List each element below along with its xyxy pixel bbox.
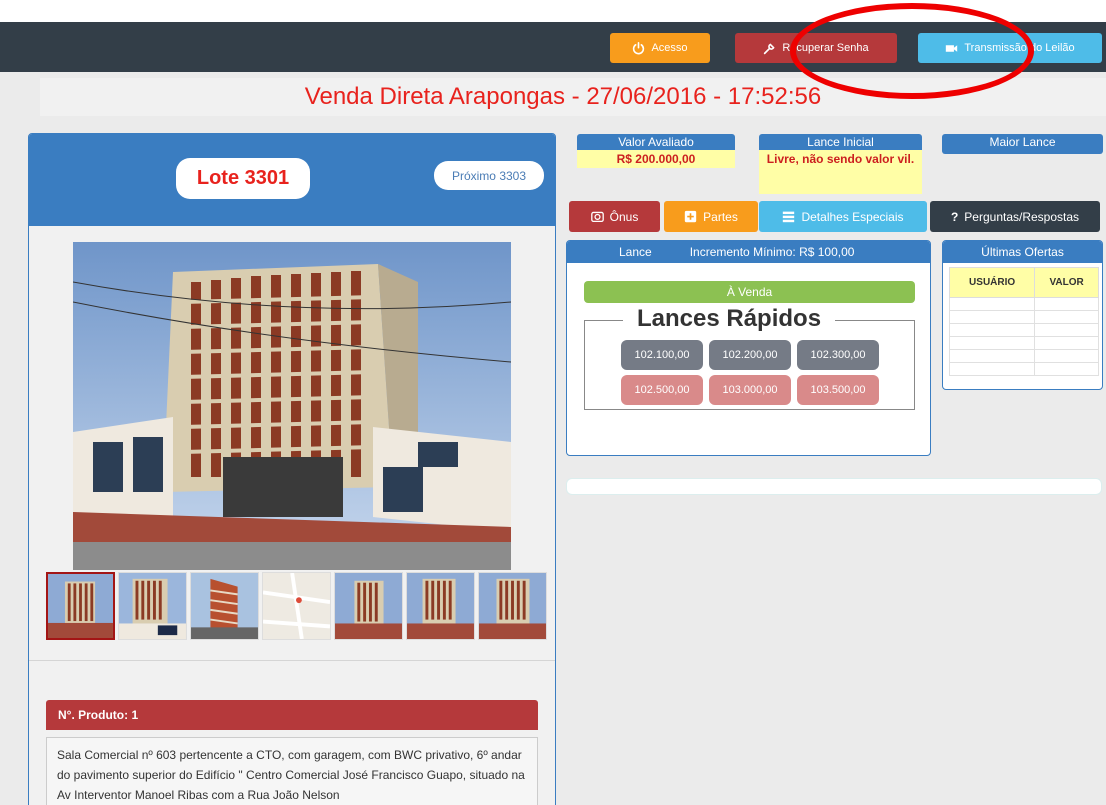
onus-button[interactable]: Ônus xyxy=(569,201,660,232)
lance-inicial-value: Livre, não sendo valor vil. xyxy=(759,150,922,194)
wrench-icon xyxy=(764,42,775,54)
page-title-bar: Venda Direta Arapongas - 27/06/2016 - 17… xyxy=(40,78,1106,116)
produto-header: N°. Produto: 1 xyxy=(46,700,538,730)
status-badge: À Venda xyxy=(584,281,915,303)
transmissao-label: Transmissão do Leilão xyxy=(964,42,1075,54)
quick-bid-button[interactable]: 102.200,00 xyxy=(709,340,791,370)
table-row xyxy=(948,310,1099,324)
partes-label: Partes xyxy=(703,209,738,224)
thumbnail-2[interactable] xyxy=(118,572,187,640)
camera-icon xyxy=(590,211,604,223)
recuperar-senha-button[interactable]: Recuperar Senha xyxy=(735,33,897,63)
lances-rapidos-group: Lances Rápidos 102.100,00 102.200,00 102… xyxy=(584,305,915,410)
lance-panel-header: Lance Incremento Mínimo: R$ 100,00 xyxy=(567,241,930,263)
thumbnail-4-map[interactable] xyxy=(262,572,331,640)
thumbnail-7[interactable] xyxy=(478,572,547,640)
quick-bid-button[interactable]: 102.100,00 xyxy=(621,340,703,370)
maior-lance-label: Maior Lance xyxy=(989,135,1056,149)
page-title: Venda Direta Arapongas - 27/06/2016 - 17… xyxy=(304,83,822,110)
divider xyxy=(29,660,555,661)
lance-inicial-box: Lance Inicial Livre, não sendo valor vil… xyxy=(759,134,922,194)
video-camera-icon xyxy=(946,44,958,52)
top-navbar: Acesso Recuperar Senha Transmissão do Le… xyxy=(0,22,1106,72)
col-usuario: USUÁRIO xyxy=(948,267,1036,298)
ultimas-ofertas-title: Últimas Ofertas xyxy=(943,241,1102,263)
table-row xyxy=(948,336,1099,350)
recuperar-senha-label: Recuperar Senha xyxy=(782,42,869,54)
onus-label: Ônus xyxy=(609,209,639,224)
detalhes-label: Detalhes Especiais xyxy=(801,209,904,224)
transmissao-button[interactable]: Transmissão do Leilão xyxy=(918,33,1102,63)
lot-panel-header: Lote 3301 Próximo 3303 xyxy=(29,134,555,226)
quick-bid-button[interactable]: 102.300,00 xyxy=(797,340,879,370)
perguntas-respostas-button[interactable]: ? Perguntas/Respostas xyxy=(930,201,1100,232)
valor-avaliado-box: Valor Avaliado R$ 200.000,00 xyxy=(577,134,735,168)
valor-avaliado-value: R$ 200.000,00 xyxy=(577,150,735,168)
ofertas-table: USUÁRIO VALOR xyxy=(948,267,1099,376)
lot-panel: Lote 3301 Próximo 3303 N°. Produto: 1 Sa… xyxy=(28,133,556,805)
acesso-button[interactable]: Acesso xyxy=(610,33,710,63)
quick-bid-button[interactable]: 103.500,00 xyxy=(797,375,879,405)
table-row xyxy=(948,362,1099,376)
thumbnail-5[interactable] xyxy=(334,572,403,640)
empty-info-bar xyxy=(566,478,1102,495)
maior-lance-box: Maior Lance xyxy=(942,134,1103,154)
power-icon xyxy=(633,41,645,54)
top-margin xyxy=(0,0,1106,22)
table-row xyxy=(948,323,1099,337)
thumbnail-1[interactable] xyxy=(46,572,115,640)
detalhes-especiais-button[interactable]: Detalhes Especiais xyxy=(759,201,927,232)
valor-avaliado-label: Valor Avaliado xyxy=(618,135,694,149)
table-row xyxy=(948,349,1099,363)
perguntas-label: Perguntas/Respostas xyxy=(964,209,1080,224)
lance-label: Lance xyxy=(619,245,652,259)
lances-rapidos-title: Lances Rápidos xyxy=(623,305,836,333)
table-row xyxy=(948,297,1099,311)
question-icon: ? xyxy=(950,209,959,224)
ultimas-ofertas-panel: Últimas Ofertas USUÁRIO VALOR xyxy=(942,240,1103,390)
lance-panel: Lance Incremento Mínimo: R$ 100,00 À Ven… xyxy=(566,240,931,456)
thumbnail-6[interactable] xyxy=(406,572,475,640)
plus-square-icon xyxy=(684,210,697,223)
lote-badge: Lote 3301 xyxy=(176,158,310,199)
proximo-lote-button[interactable]: Próximo 3303 xyxy=(434,161,544,190)
quick-bid-button[interactable]: 102.500,00 xyxy=(621,375,703,405)
main-photo[interactable] xyxy=(73,242,511,570)
acesso-label: Acesso xyxy=(651,42,688,54)
produto-description: Sala Comercial nº 603 pertencente a CTO,… xyxy=(46,737,538,805)
partes-button[interactable]: Partes xyxy=(664,201,758,232)
thumbnail-strip xyxy=(46,572,547,640)
incremento-minimo: Incremento Mínimo: R$ 100,00 xyxy=(689,245,855,259)
thumbnail-3[interactable] xyxy=(190,572,259,640)
quick-bid-button[interactable]: 103.000,00 xyxy=(709,375,791,405)
list-icon xyxy=(783,211,795,223)
lance-inicial-label: Lance Inicial xyxy=(807,135,874,149)
col-valor: VALOR xyxy=(1034,267,1099,298)
